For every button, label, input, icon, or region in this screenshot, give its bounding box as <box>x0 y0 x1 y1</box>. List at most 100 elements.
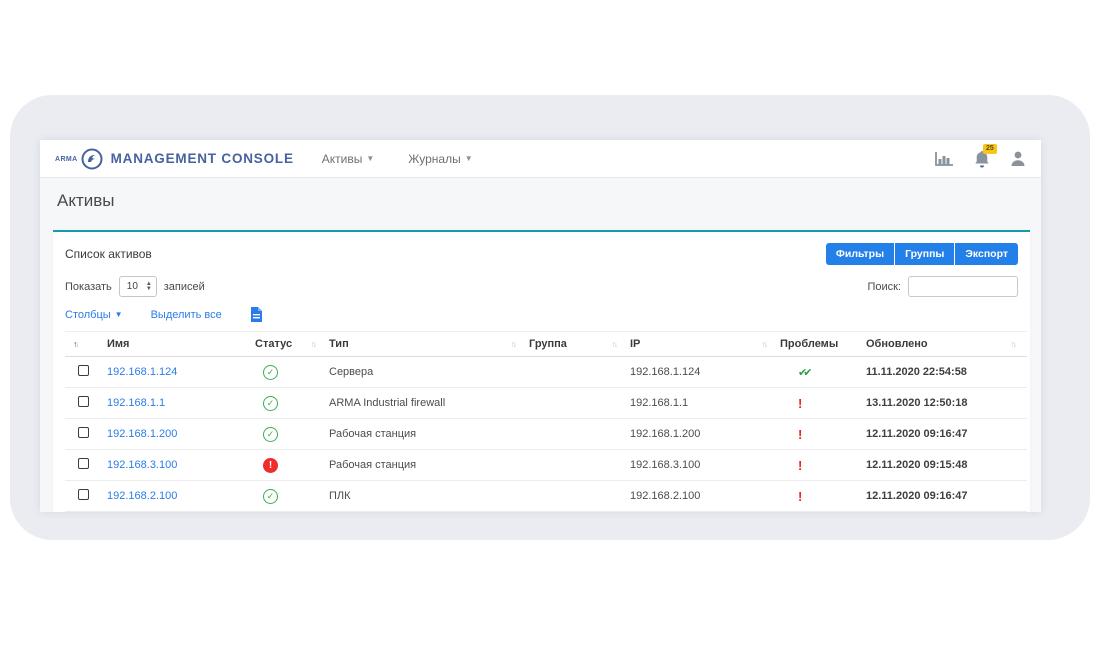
sort-icon: ↑↓ <box>311 339 316 349</box>
table-row: 192.168.1.200 Рабочая станция 192.168.1.… <box>65 419 1027 450</box>
export-button[interactable]: Экспорт <box>955 243 1018 265</box>
sort-icon: ↑↓ <box>1011 339 1016 349</box>
problems-icon <box>798 396 802 411</box>
search-label: Поиск: <box>867 281 901 293</box>
asset-name-link[interactable]: 192.168.1.1 <box>107 397 165 409</box>
asset-type: ПЛК <box>327 481 527 512</box>
user-profile-icon[interactable] <box>1010 150 1026 167</box>
navbar-icons: 25 <box>934 150 1026 168</box>
page-content: Активы Список активов Фильтры Группы Экс… <box>40 178 1041 512</box>
status-icon <box>263 427 278 442</box>
show-label: Показать <box>65 281 112 293</box>
asset-type: Сервера <box>327 357 527 388</box>
groups-button[interactable]: Группы <box>895 243 954 265</box>
column-problems[interactable]: Проблемы <box>778 332 864 357</box>
asset-ip: 192.168.1.200 <box>628 419 778 450</box>
select-arrows-icon: ▲▼ <box>146 282 152 291</box>
card-header: Список активов Фильтры Группы Экспорт <box>53 232 1030 265</box>
asset-type: Рабочая станция <box>327 450 527 481</box>
asset-name-link[interactable]: 192.168.2.100 <box>107 490 177 502</box>
asset-group <box>527 388 628 419</box>
sort-icon: ↑↓ <box>762 339 767 349</box>
asset-group <box>527 419 628 450</box>
brand[interactable]: ARMA MANAGEMENT CONSOLE <box>55 148 294 170</box>
arma-logo-text: ARMA <box>55 156 78 163</box>
column-name[interactable]: Имя <box>105 332 253 357</box>
table-row: 192.168.3.100 Рабочая станция 192.168.3.… <box>65 450 1027 481</box>
row-checkbox[interactable] <box>78 489 89 500</box>
device-frame: ARMA MANAGEMENT CONSOLE Активы ▼ Журналы… <box>10 95 1090 540</box>
columns-dropdown[interactable]: Столбцы ▼ <box>65 309 123 321</box>
notification-count-badge: 25 <box>983 144 997 154</box>
chart-icon[interactable] <box>934 151 954 167</box>
page-title: Активы <box>40 178 1041 211</box>
chevron-down-icon: ▼ <box>465 155 473 163</box>
status-icon <box>263 396 278 411</box>
table-row: 192.168.1.1 ARMA Industrial firewall 192… <box>65 388 1027 419</box>
problems-icon <box>798 458 802 473</box>
table-row: 192.168.2.100 ПЛК 192.168.2.100 12.11.20… <box>65 481 1027 512</box>
card-actions: Фильтры Группы Экспорт <box>826 243 1018 265</box>
assets-table: ↑↓ Имя Статус ↑↓ Тип ↑↓ Группа ↑↓ IP ↑↓ <box>65 331 1027 512</box>
app-window: ARMA MANAGEMENT CONSOLE Активы ▼ Журналы… <box>40 140 1041 512</box>
asset-updated: 12.11.2020 09:16:47 <box>864 419 1027 450</box>
problems-icon <box>798 427 802 442</box>
page-size-select[interactable]: 10 ▲▼ <box>119 276 157 297</box>
asset-ip: 192.168.1.124 <box>628 357 778 388</box>
sort-icon: ↑↓ <box>612 339 617 349</box>
asset-name-link[interactable]: 192.168.1.124 <box>107 366 177 378</box>
asset-name-link[interactable]: 192.168.1.200 <box>107 428 177 440</box>
asset-type: Рабочая станция <box>327 419 527 450</box>
menu-logs[interactable]: Журналы ▼ <box>408 152 472 166</box>
asset-updated: 13.11.2020 12:50:18 <box>864 388 1027 419</box>
row-checkbox[interactable] <box>78 458 89 469</box>
column-select-all[interactable]: ↑↓ <box>65 332 105 357</box>
card-title: Список активов <box>65 247 152 261</box>
sort-icon: ↑↓ <box>73 339 78 349</box>
asset-group <box>527 481 628 512</box>
menu-assets[interactable]: Активы ▼ <box>322 152 375 166</box>
asset-type: ARMA Industrial firewall <box>327 388 527 419</box>
problems-icon <box>798 366 808 379</box>
row-checkbox[interactable] <box>78 365 89 376</box>
asset-ip: 192.168.2.100 <box>628 481 778 512</box>
main-menu: Активы ▼ Журналы ▼ <box>322 152 473 166</box>
page-size-control: Показать 10 ▲▼ записей <box>65 276 205 297</box>
export-file-icon[interactable] <box>250 307 263 322</box>
asset-updated: 12.11.2020 09:16:47 <box>864 481 1027 512</box>
chevron-down-icon: ▼ <box>366 155 374 163</box>
asset-ip: 192.168.3.100 <box>628 450 778 481</box>
asset-group <box>527 357 628 388</box>
notifications-bell-icon[interactable]: 25 <box>974 150 990 168</box>
status-icon <box>263 365 278 380</box>
row-checkbox[interactable] <box>78 396 89 407</box>
asset-group <box>527 450 628 481</box>
asset-ip: 192.168.1.1 <box>628 388 778 419</box>
top-navbar: ARMA MANAGEMENT CONSOLE Активы ▼ Журналы… <box>40 140 1041 178</box>
search-input[interactable] <box>908 276 1018 297</box>
search-control: Поиск: <box>867 276 1018 297</box>
status-icon <box>263 489 278 504</box>
filters-button[interactable]: Фильтры <box>826 243 894 265</box>
select-all-link[interactable]: Выделить все <box>151 309 222 321</box>
column-status[interactable]: Статус ↑↓ <box>253 332 327 357</box>
table-header-row: ↑↓ Имя Статус ↑↓ Тип ↑↓ Группа ↑↓ IP ↑↓ <box>65 332 1027 357</box>
sort-icon: ↑↓ <box>511 339 516 349</box>
records-label: записей <box>164 281 205 293</box>
row-checkbox[interactable] <box>78 427 89 438</box>
table-controls: Показать 10 ▲▼ записей Поиск: <box>53 265 1030 297</box>
problems-icon <box>798 489 802 504</box>
asset-list-card: Список активов Фильтры Группы Экспорт По… <box>53 230 1030 512</box>
arma-logo-icon <box>81 148 103 170</box>
chevron-down-icon: ▼ <box>115 311 123 319</box>
app-title: MANAGEMENT CONSOLE <box>111 151 294 166</box>
asset-updated: 12.11.2020 09:15:48 <box>864 450 1027 481</box>
status-icon <box>263 458 278 473</box>
column-ip[interactable]: IP ↑↓ <box>628 332 778 357</box>
column-group[interactable]: Группа ↑↓ <box>527 332 628 357</box>
asset-name-link[interactable]: 192.168.3.100 <box>107 459 177 471</box>
column-type[interactable]: Тип ↑↓ <box>327 332 527 357</box>
asset-updated: 11.11.2020 22:54:58 <box>864 357 1027 388</box>
table-row: 192.168.1.124 Сервера 192.168.1.124 11.1… <box>65 357 1027 388</box>
column-updated[interactable]: Обновлено ↑↓ <box>864 332 1027 357</box>
